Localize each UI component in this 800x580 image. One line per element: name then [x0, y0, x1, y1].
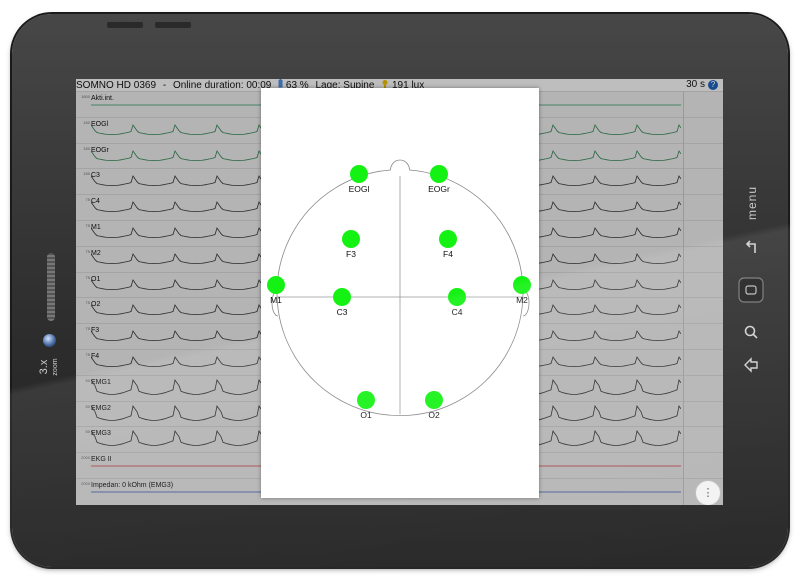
power-button[interactable] [155, 22, 191, 28]
volume-button[interactable] [107, 22, 143, 28]
electrode-o2[interactable] [425, 391, 443, 409]
electrode-f3[interactable] [342, 230, 360, 248]
electrode-label-c3: C3 [336, 307, 348, 317]
menu-label[interactable]: menu [745, 186, 759, 220]
electrode-label-o2: O2 [428, 410, 440, 420]
camera-icon [43, 334, 56, 347]
electrode-label-o1: O1 [360, 410, 372, 420]
back-button[interactable] [737, 233, 765, 261]
search-button[interactable] [737, 318, 765, 346]
zoom-label: 3.x zoom [38, 358, 59, 376]
electrode-label-m2: M2 [516, 295, 528, 305]
head-outline [271, 159, 530, 417]
home-icon [738, 277, 764, 303]
back-icon [745, 240, 756, 253]
more-vertical-icon: ⋮ [702, 487, 714, 499]
electrode-m2[interactable] [513, 276, 531, 294]
speaker-grille [47, 253, 55, 321]
search-icon [744, 325, 758, 339]
more-options-button[interactable]: ⋮ [695, 480, 721, 505]
electrode-o1[interactable] [357, 391, 375, 409]
electrode-c4[interactable] [448, 288, 466, 306]
electrode-label-f3: F3 [346, 249, 356, 259]
electrode-label-f4: F4 [443, 249, 453, 259]
app-screen: SOMNO HD 0369 - Online duration: 00:09 6… [76, 79, 723, 505]
navigate-back-button[interactable] [737, 351, 765, 379]
electrode-m1[interactable] [267, 276, 285, 294]
electrode-label-m1: M1 [270, 295, 282, 305]
home-button[interactable] [737, 276, 765, 304]
electrode-eogl[interactable] [350, 165, 368, 183]
electrode-label-eogl: EOGl [348, 184, 370, 194]
electrode-label-c4: C4 [451, 307, 463, 317]
electrode-f4[interactable] [439, 230, 457, 248]
electrode-c3[interactable] [333, 288, 351, 306]
electrode-label-eogr: EOGr [428, 184, 450, 194]
electrode-impedance-dialog: EOGl EOGr F3 F4 M1 C3 C4 M2 O1 O2 [261, 88, 539, 498]
electrode-eogr[interactable] [430, 165, 448, 183]
arrow-back-icon [744, 357, 758, 373]
